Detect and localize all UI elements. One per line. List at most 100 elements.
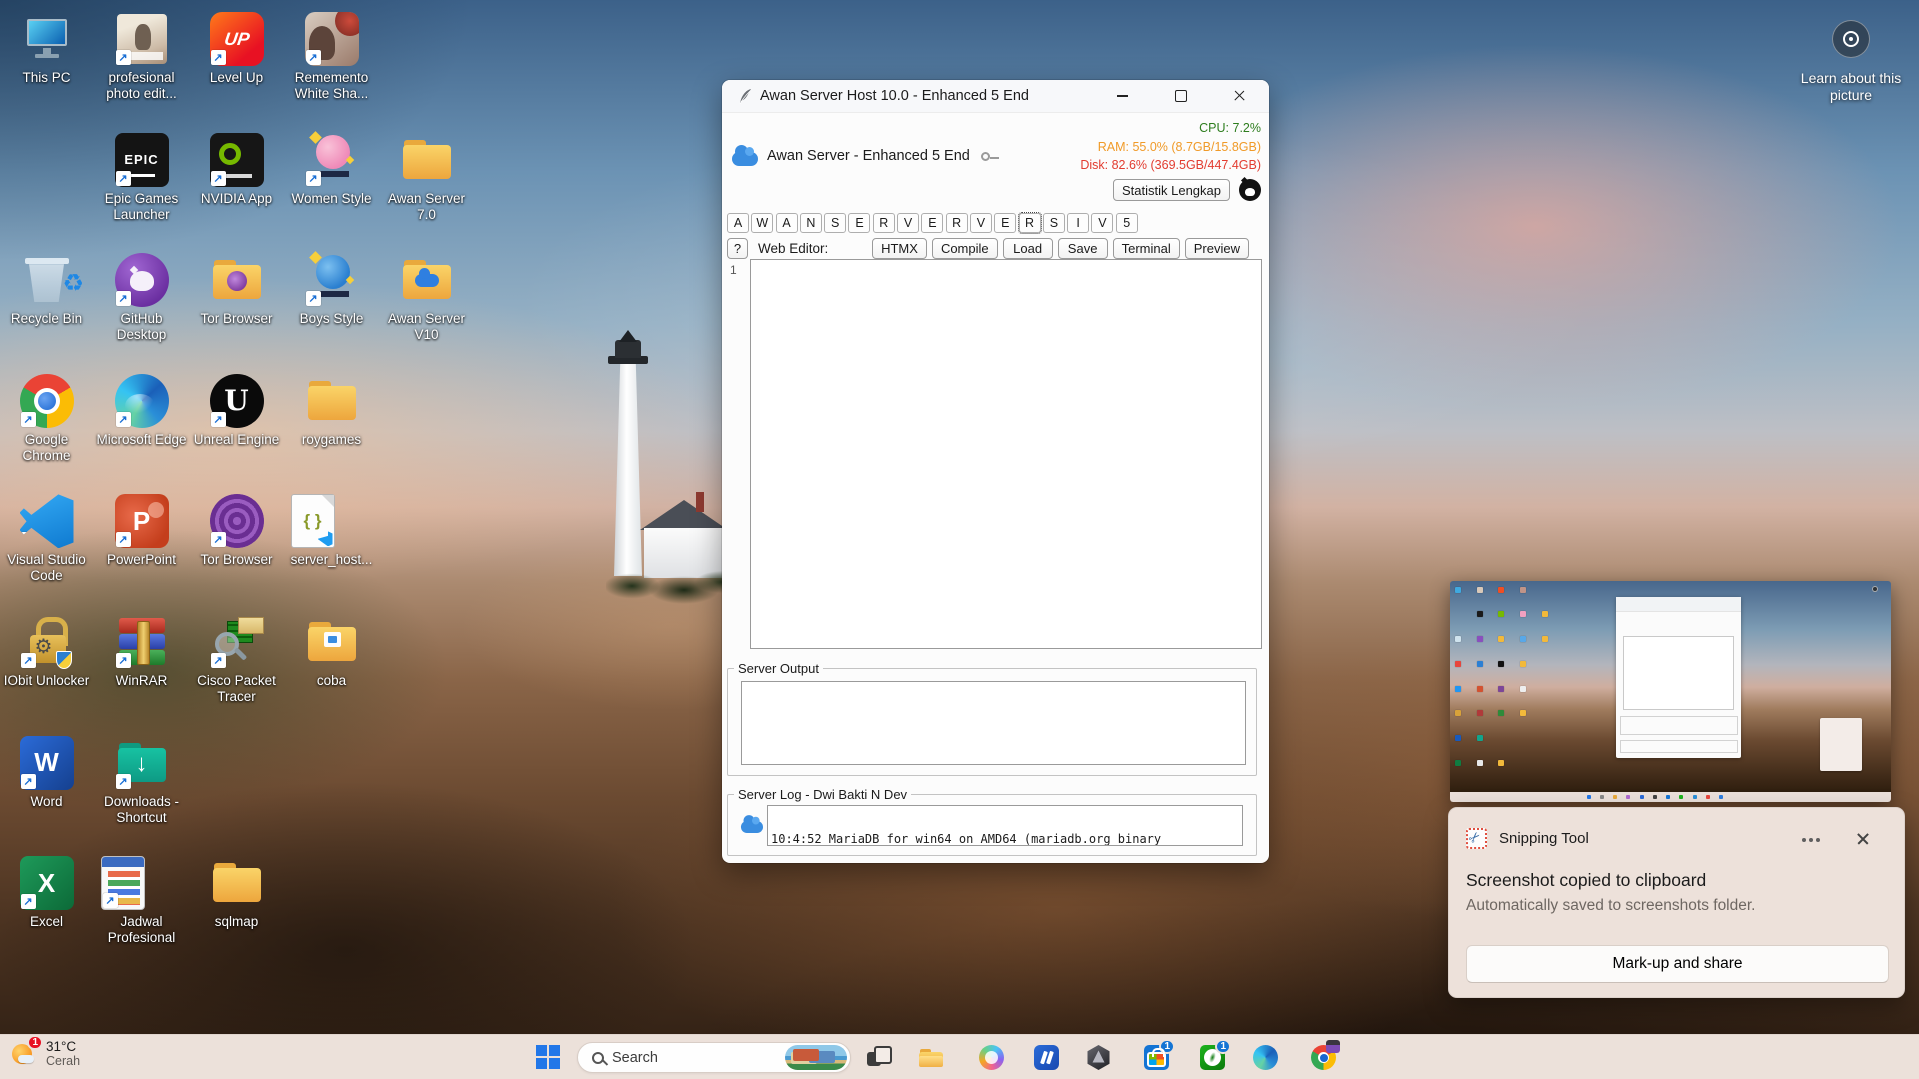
- search-daily-image[interactable]: [785, 1045, 847, 1070]
- app-slashes-button[interactable]: [1034, 1045, 1059, 1070]
- desktop-icon-rememento-white-sha[interactable]: Rememento White Sha...: [286, 12, 378, 102]
- desktop-icon-tor-browser-folder[interactable]: Tor Browser: [191, 253, 283, 327]
- desktop-icon-label: Boys Style: [286, 311, 378, 327]
- letter-tab-v-7[interactable]: V: [897, 213, 919, 233]
- letter-tab-r-6[interactable]: R: [873, 213, 895, 233]
- unreal-engine-icon: U: [210, 374, 264, 428]
- server-host-file-icon: { }: [291, 494, 335, 548]
- letter-tab-e-5[interactable]: E: [848, 213, 870, 233]
- desktop-icon-label: coba: [286, 673, 378, 689]
- desktop-icon-iobit-unlocker[interactable]: IObit Unlocker: [1, 615, 93, 689]
- this-pc-icon: [20, 12, 74, 66]
- help-button[interactable]: ?: [727, 238, 748, 259]
- desktop-icon-profesional-photo-edit[interactable]: profesional photo edit...: [96, 12, 188, 102]
- sqlmap-icon: [210, 856, 264, 910]
- htmx-button[interactable]: HTMX: [872, 238, 927, 259]
- markup-share-button[interactable]: Mark-up and share: [1466, 945, 1889, 983]
- maximize-button[interactable]: [1159, 80, 1203, 112]
- tor-browser-folder-icon: [210, 253, 264, 307]
- desktop-icon-sqlmap[interactable]: sqlmap: [191, 856, 283, 930]
- shortcut-arrow-icon: [306, 291, 321, 306]
- desktop-icon-jadwal-profesional[interactable]: Jadwal Profesional: [96, 856, 188, 946]
- notification-more-icon[interactable]: [1809, 838, 1813, 842]
- letter-tab-s-4[interactable]: S: [824, 213, 846, 233]
- desktop-icon-word[interactable]: WWord: [1, 736, 93, 810]
- desktop-icon-downloads-shortcut[interactable]: Downloads - Shortcut: [96, 736, 188, 826]
- load-button[interactable]: Load: [1003, 238, 1053, 259]
- task-view-button[interactable]: [866, 1045, 891, 1070]
- desktop-icon-awan-server-7-0[interactable]: Awan Server 7.0: [381, 133, 473, 223]
- chrome-button[interactable]: [1311, 1045, 1336, 1070]
- notification-close-icon[interactable]: [1856, 832, 1870, 846]
- minimize-button[interactable]: [1100, 80, 1144, 112]
- statistik-lengkap-button[interactable]: Statistik Lengkap: [1113, 179, 1230, 201]
- letter-tab-n-3[interactable]: N: [800, 213, 822, 233]
- desktop-icon-visual-studio-code[interactable]: Visual Studio Code: [1, 494, 93, 584]
- store-badge: 1: [1159, 1039, 1175, 1054]
- letter-tab-a-2[interactable]: A: [776, 213, 798, 233]
- file-explorer-button[interactable]: [919, 1045, 944, 1070]
- letter-tab-e-8[interactable]: E: [921, 213, 943, 233]
- search-box[interactable]: Search: [577, 1042, 851, 1073]
- letter-tab-v-10[interactable]: V: [970, 213, 992, 233]
- desktop-icon-awan-server-v10[interactable]: Awan Server V10: [381, 253, 473, 343]
- desktop-icon-winrar[interactable]: WinRAR: [96, 615, 188, 689]
- screenshot-preview[interactable]: [1450, 581, 1891, 802]
- desktop-icon-level-up[interactable]: UPLevel Up: [191, 12, 283, 86]
- letter-tab-i-14[interactable]: I: [1067, 213, 1089, 233]
- desktop-icon-nvidia-app[interactable]: NVIDIA App: [191, 133, 283, 207]
- desktop-icon-microsoft-edge[interactable]: Microsoft Edge: [96, 374, 188, 448]
- github-icon[interactable]: [1239, 179, 1261, 201]
- microsoft-store-button[interactable]: 1: [1144, 1045, 1169, 1070]
- edge-button[interactable]: [1253, 1045, 1278, 1070]
- code-editor[interactable]: [750, 259, 1262, 649]
- weather-widget[interactable]: 1 31°C Cerah: [10, 1039, 80, 1069]
- desktop-icon-label: Google Chrome: [1, 432, 93, 464]
- letter-tab-r-12[interactable]: R: [1019, 213, 1041, 233]
- letter-tab-e-11[interactable]: E: [994, 213, 1016, 233]
- desktop-icon-tor-browser[interactable]: Tor Browser: [191, 494, 283, 568]
- server-output-box[interactable]: [741, 681, 1246, 765]
- start-button[interactable]: [536, 1045, 561, 1070]
- letter-tab-v-15[interactable]: V: [1091, 213, 1113, 233]
- server-log-box[interactable]: 10:4:52 MariaDB for win64 on AMD64 (mari…: [767, 805, 1243, 846]
- desktop-icon-label: Awan Server V10: [381, 311, 473, 343]
- close-button[interactable]: [1217, 80, 1261, 112]
- save-button[interactable]: Save: [1058, 238, 1108, 259]
- desktop-icon-this-pc[interactable]: This PC: [1, 12, 93, 86]
- shortcut-arrow-icon: [116, 171, 131, 186]
- desktop-icon-server-host-file[interactable]: { }server_host...: [286, 494, 378, 568]
- desktop-icon-unreal-engine[interactable]: UUnreal Engine: [191, 374, 283, 448]
- desktop-icon-google-chrome[interactable]: Google Chrome: [1, 374, 93, 464]
- server-log-group: Server Log - Dwi Bakti N Dev 10:4:52 Mar…: [727, 794, 1257, 856]
- copilot-button[interactable]: [979, 1045, 1004, 1070]
- app-hexagon-button[interactable]: [1086, 1045, 1111, 1070]
- window-titlebar[interactable]: Awan Server Host 10.0 - Enhanced 5 End: [722, 80, 1269, 113]
- desktop-icon-github-desktop[interactable]: GitHub Desktop: [96, 253, 188, 343]
- compile-button[interactable]: Compile: [932, 238, 998, 259]
- iobit-unlocker-icon: [20, 615, 74, 669]
- letter-tab-a-0[interactable]: A: [727, 213, 749, 233]
- terminal-button[interactable]: Terminal: [1113, 238, 1180, 259]
- desktop-icon-coba[interactable]: coba: [286, 615, 378, 689]
- app-header: Awan Server - Enhanced 5 End: [732, 146, 990, 166]
- desktop-icon-label: Word: [1, 794, 93, 810]
- desktop-icon-roygames[interactable]: roygames: [286, 374, 378, 448]
- letter-tab-w-1[interactable]: W: [751, 213, 773, 233]
- desktop-icon-women-style[interactable]: Women Style: [286, 133, 378, 207]
- desktop-icon-powerpoint[interactable]: PPowerPoint: [96, 494, 188, 568]
- desktop-icon-cisco-packet-tracer[interactable]: Cisco Packet Tracer: [191, 615, 283, 705]
- letter-tab-r-9[interactable]: R: [946, 213, 968, 233]
- shortcut-arrow-icon: [306, 171, 321, 186]
- desktop-icon-epic-games-launcher[interactable]: EPICEpic Games Launcher: [96, 133, 188, 223]
- notification-app-name: Snipping Tool: [1499, 830, 1589, 847]
- desktop-icon-boys-style[interactable]: Boys Style: [286, 253, 378, 327]
- letter-tab-s-13[interactable]: S: [1043, 213, 1065, 233]
- preview-button[interactable]: Preview: [1185, 238, 1249, 259]
- visual-studio-code-icon: [20, 494, 74, 548]
- letter-tab-5-16[interactable]: 5: [1116, 213, 1138, 233]
- xbox-button[interactable]: 1: [1200, 1045, 1225, 1070]
- shortcut-arrow-icon: [116, 532, 131, 547]
- desktop-icon-excel[interactable]: XExcel: [1, 856, 93, 930]
- desktop-icon-recycle-bin[interactable]: Recycle Bin: [1, 253, 93, 327]
